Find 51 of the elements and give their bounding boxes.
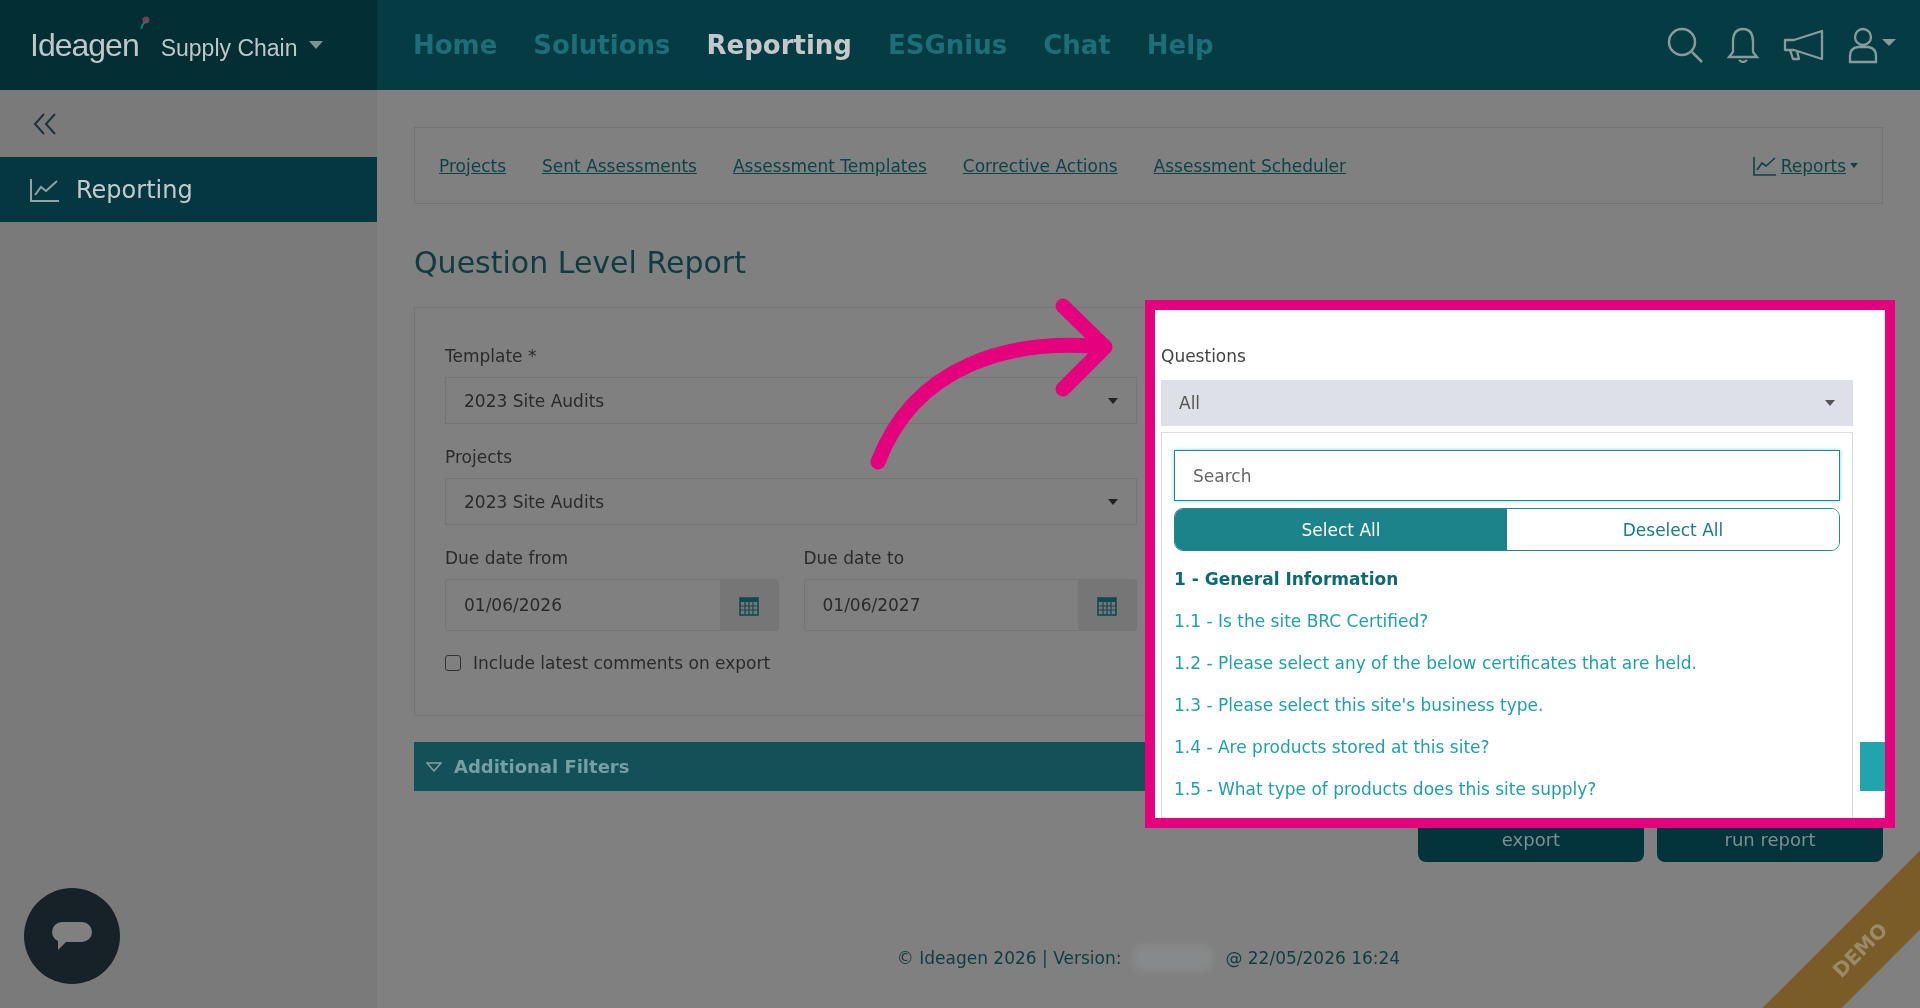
checkbox[interactable] bbox=[445, 655, 461, 671]
caret-icon bbox=[1108, 498, 1118, 505]
question-option[interactable]: 1.1 - Is the site BRC Certified? bbox=[1174, 600, 1840, 642]
caret-icon[interactable] bbox=[1850, 163, 1858, 168]
caret-icon bbox=[1825, 400, 1835, 406]
user-icon[interactable] bbox=[1848, 26, 1898, 64]
calendar-icon[interactable] bbox=[738, 594, 759, 616]
footer-text: © Ideagen 2026 | Version: bbox=[896, 948, 1122, 968]
date-field[interactable]: 01/06/2027 bbox=[803, 579, 1137, 631]
option-group: 1 - General Information bbox=[1174, 558, 1840, 600]
logo-mark-icon bbox=[138, 16, 151, 30]
question-option[interactable]: 1.2 - Please select any of the below certificates that are held. bbox=[1174, 642, 1840, 684]
subnav-link[interactable]: Projects bbox=[439, 155, 507, 176]
template-select[interactable]: 2023 Site Audits bbox=[445, 377, 1137, 424]
checkbox-label: Include latest comments on export bbox=[473, 653, 771, 673]
sidebar-item[interactable]: Reporting bbox=[0, 157, 377, 222]
select-all-button[interactable]: Select All bbox=[1175, 509, 1507, 550]
chart-icon bbox=[1752, 155, 1777, 176]
chart-icon bbox=[30, 177, 60, 202]
field-label: Due date from bbox=[445, 547, 570, 570]
projects-select[interactable]: 2023 Site Audits bbox=[445, 478, 1137, 525]
question-option[interactable]: 1.3 - Please select this site's business type. bbox=[1174, 684, 1840, 726]
field-label: Due date to bbox=[803, 547, 906, 570]
triangle-icon bbox=[426, 761, 442, 772]
megaphone-icon[interactable] bbox=[1782, 28, 1826, 62]
filters-bar-edge bbox=[1860, 742, 1885, 791]
subnav-link[interactable]: Assessment Templates bbox=[732, 155, 927, 176]
subnav-link[interactable]: Assessment Scheduler bbox=[1153, 155, 1347, 176]
bell-icon[interactable] bbox=[1726, 26, 1760, 64]
additional-filters-bar[interactable]: Additional Filters bbox=[414, 742, 1145, 791]
footer-timestamp: @ 22/05/2026 16:24 bbox=[1225, 948, 1401, 968]
nav-link[interactable]: Reporting bbox=[706, 30, 852, 60]
subnav-link[interactable]: Sent Assessments bbox=[542, 155, 697, 176]
product-switcher[interactable]: Supply Chain bbox=[160, 34, 298, 62]
collapse-icon[interactable] bbox=[33, 112, 57, 135]
date-field[interactable]: 01/06/2026 bbox=[445, 579, 779, 631]
calendar-icon[interactable] bbox=[1097, 594, 1117, 616]
question-option[interactable]: 1.4 - Are products stored at this site? bbox=[1174, 726, 1840, 768]
question-option[interactable]: 1.5 - What type of products does this site supply? bbox=[1174, 768, 1840, 810]
logo[interactable]: Ideagen bbox=[30, 26, 139, 64]
questions-select[interactable]: All bbox=[1161, 380, 1853, 426]
field-label: Template * bbox=[445, 345, 538, 368]
reports-menu[interactable]: Reports bbox=[1780, 155, 1846, 176]
caret-icon bbox=[1108, 397, 1118, 404]
page-title: Question Level Report bbox=[414, 244, 747, 282]
subnav-link[interactable]: Corrective Actions bbox=[962, 155, 1118, 176]
field-label: Projects bbox=[445, 446, 514, 469]
field-label: Questions bbox=[1161, 346, 1246, 366]
search-icon[interactable] bbox=[1666, 26, 1704, 64]
search-field[interactable]: Search bbox=[1174, 450, 1840, 501]
caret-icon[interactable] bbox=[309, 41, 324, 49]
